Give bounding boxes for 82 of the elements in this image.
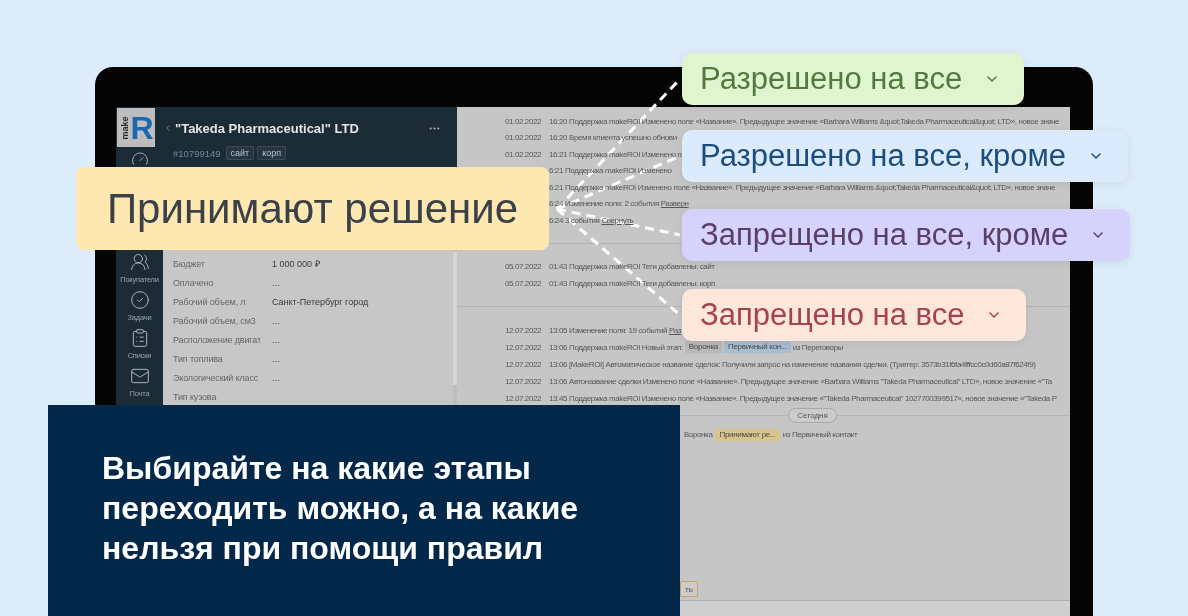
log-date: 01.02.2022 xyxy=(505,149,543,159)
log-time: 13:06 xyxy=(549,359,568,369)
toggle-link[interactable]: Свернуть xyxy=(601,215,634,225)
logo-word: make xyxy=(119,116,130,139)
log-time: 16:20 xyxy=(549,116,568,126)
field-label: Бюджет xyxy=(173,258,205,269)
field-label: Оплачено xyxy=(173,277,214,288)
log-date: 12.07.2022 xyxy=(505,393,543,403)
log-date: 05.07.2022 xyxy=(505,262,543,272)
field-value: ... xyxy=(272,277,280,288)
logo-letter: R xyxy=(130,111,154,144)
log-time: 6:21 xyxy=(549,182,563,192)
log-time: 16:21 xyxy=(549,149,568,159)
deal-number: #10799149 xyxy=(173,147,221,159)
log-time: 13:05 xyxy=(549,325,568,335)
log-text: Автоназвание сделки Изменено поле «Название». Предыдущее значение «Barbara Williams "Takeda Pharmaceutical" LTD», новое значение «"Ta xyxy=(569,376,1052,386)
log-text: Изменение поля: 2 события xyxy=(565,199,659,209)
stage-label: Принимают решение xyxy=(76,167,549,250)
field-value: 1 000 000 ₽ xyxy=(272,258,320,270)
card-title: "Takeda Pharmaceutical" LTD xyxy=(175,120,359,136)
day-label: Сегодня xyxy=(788,407,837,423)
log-date: 05.07.2022 xyxy=(505,278,543,288)
log-time: 13:06 xyxy=(549,342,568,352)
log-date: 12.07.2022 xyxy=(505,325,543,335)
log-text: Изменение поля: 19 событий xyxy=(569,325,668,335)
log-text: Поддержка makeROI Изменено поле «Название». Предыдущее значение «"Takeda Pharmaceutical" 1027700399517», новое значение «"Takeda P xyxy=(569,393,1057,403)
field-label: Экологический класс xyxy=(173,372,259,383)
log-text: Воронка xyxy=(684,430,713,439)
log-time: 01:43 xyxy=(549,262,568,272)
rule-dropdown[interactable]: Разрешено на все, кроме xyxy=(682,130,1128,182)
rule-dropdown[interactable]: Запрещено на все, кроме xyxy=(682,209,1131,261)
log-time: 01:43 xyxy=(549,278,568,288)
log-date: 01.02.2022 xyxy=(505,133,543,143)
gauge-icon[interactable] xyxy=(130,150,149,168)
field-value: ... xyxy=(272,353,280,364)
field-label: Расположение двигат xyxy=(173,334,261,345)
field-label: Тип топлива xyxy=(173,353,223,364)
rule-dropdown[interactable]: Разрешено на все xyxy=(682,53,1025,105)
log-text: 3 события xyxy=(565,215,600,225)
toggle-link[interactable]: Разверн xyxy=(660,199,689,209)
log-text: Поддержка makeROI Изменено xyxy=(565,166,672,176)
log-text: Поддержка makeROI Теги добавлены: сайт xyxy=(569,262,715,272)
log-date: 12.07.2022 xyxy=(505,342,543,352)
field-value: ... xyxy=(272,315,280,326)
log-text: Поддержка makeROI Изменено п xyxy=(569,149,682,159)
caption-text: Выбирайте на какие этапы переходить можно, а на какие нельзя при помощи правил xyxy=(102,449,580,568)
log-time: 13:06 xyxy=(549,376,568,386)
field-value: Санкт-Петербург город xyxy=(272,296,369,307)
log-time: 16:20 xyxy=(549,133,568,143)
log-time: 6:24 xyxy=(549,215,563,225)
deal-tag: сайт xyxy=(225,146,255,160)
mail-icon xyxy=(129,366,150,386)
log-text: [MakeROI] Автоматическое название сделок: Получили запрос на изменение названия сделки. (Триггер: 3573b31f6fa4fffcc0c0d60a87f624f9) xyxy=(569,359,1036,369)
field-value: ... xyxy=(272,334,280,345)
log-date: 12.07.2022 xyxy=(505,376,543,386)
log-text: Поддержка makeROI Новый этап: xyxy=(569,342,683,352)
action-button[interactable]: ть xyxy=(680,581,698,597)
field-label: Рабочий объем, см3 xyxy=(173,315,256,326)
log-text: из Переговоры xyxy=(792,342,843,352)
log-date: 01.02.2022 xyxy=(505,116,543,126)
toggle-link[interactable]: Раз xyxy=(669,325,681,335)
check-circle-icon xyxy=(129,290,150,310)
log-time: 13:45 xyxy=(549,393,568,403)
deal-tag: корп xyxy=(257,146,287,160)
field-value: ... xyxy=(272,372,280,383)
logo-tile[interactable]: make R xyxy=(117,108,155,147)
rule-dropdown[interactable]: Запрещено на все xyxy=(682,289,1027,341)
log-date: 12.07.2022 xyxy=(505,359,543,369)
users-icon xyxy=(129,252,150,272)
field-label: Рабочий объем, л xyxy=(173,296,246,307)
log-text: Поддержка makeROI Теги добавлены: корп xyxy=(569,278,715,288)
field-label: Тип кузова xyxy=(173,391,217,402)
log-text: Поддержка makeROI Изменено поле «Название». Предыдущее значение «Barbara Williams &quot;Takeda Pharmaceutical&quot; LTD», новое значе xyxy=(565,182,1056,192)
stage-tag: Принимают ре... xyxy=(715,428,780,441)
log-text: Время клиента успешно обнови xyxy=(569,133,677,143)
log-time: 6:24 xyxy=(549,199,563,209)
log-text: из Первичный контакт xyxy=(782,430,858,439)
stage-tag: Воронка xyxy=(684,341,722,353)
log-text: Поддержка makeROI Изменено поле «Название». Предыдущее значение «Barbara Williams &quot;Takeda Pharmaceutical&quot; LTD», новое значе xyxy=(569,116,1060,126)
log-time: 6:21 xyxy=(549,166,563,176)
chevron-left-icon[interactable] xyxy=(163,123,173,133)
stage-tag: Первичный кон... xyxy=(723,341,791,353)
